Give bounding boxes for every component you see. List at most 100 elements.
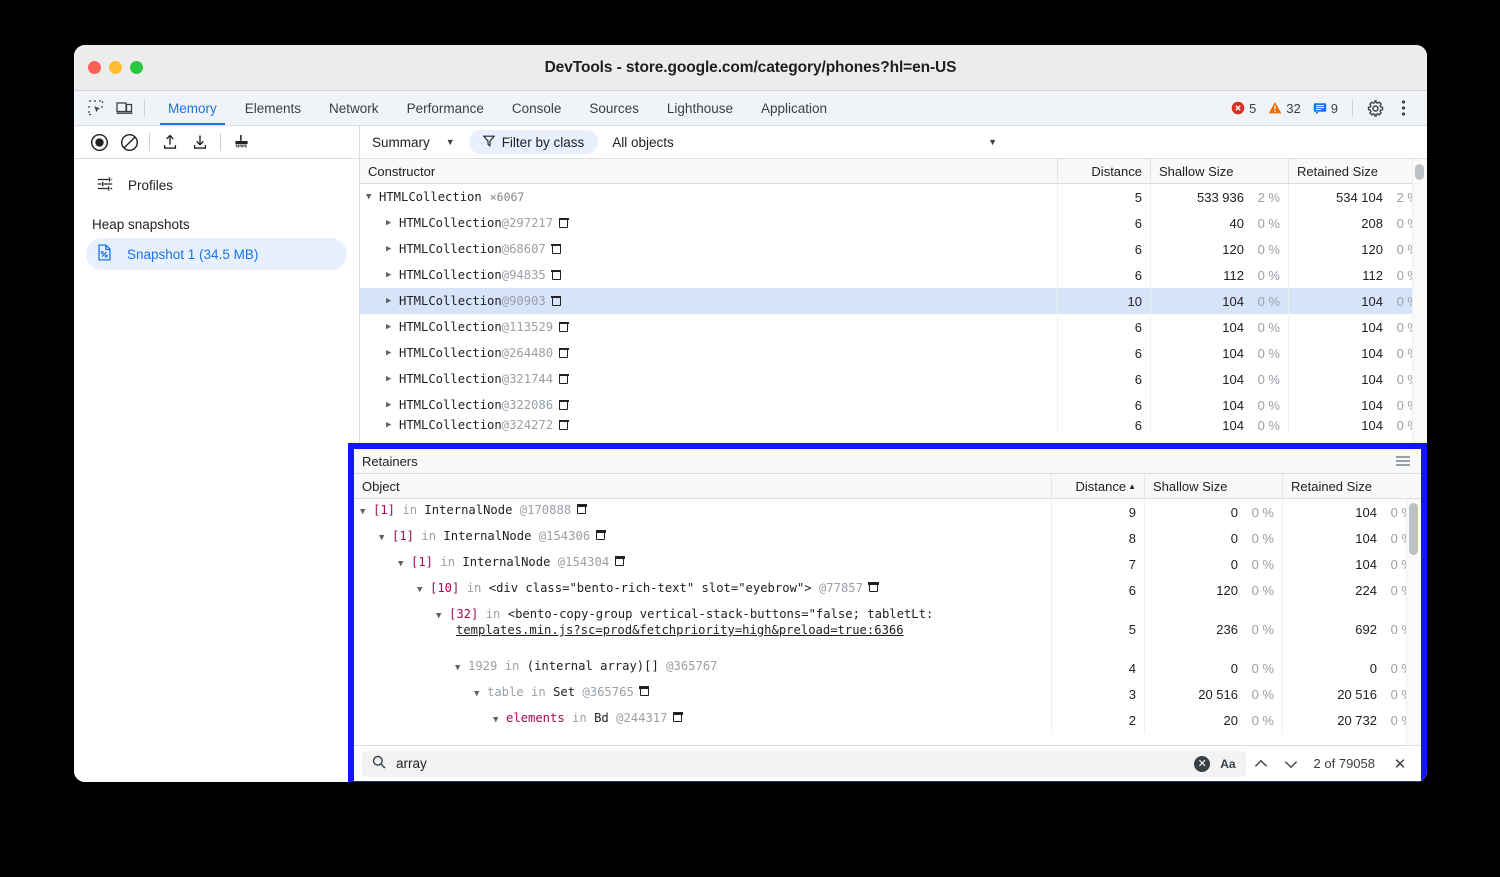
constructor-name: HTMLCollection — [399, 216, 502, 230]
edge-name: table — [487, 685, 524, 699]
triangle-down-icon[interactable]: ▼ — [474, 689, 487, 699]
table-row[interactable]: ▶HTMLCollection @11352961040 %1040 % — [360, 314, 1427, 340]
clear-icon[interactable] — [114, 129, 144, 155]
table-row[interactable]: ▶HTMLCollection @6860761200 %1200 % — [360, 236, 1427, 262]
triangle-right-icon[interactable]: ▶ — [386, 218, 399, 228]
search-field-wrapper[interactable]: ✕ Aa — [362, 751, 1246, 777]
triangle-down-icon[interactable]: ▼ — [417, 585, 430, 595]
triangle-right-icon[interactable]: ▶ — [386, 244, 399, 254]
triangle-right-icon[interactable]: ▶ — [386, 270, 399, 280]
collect-garbage-icon[interactable] — [226, 129, 256, 155]
cell-distance: 8 — [1052, 525, 1145, 551]
search-next-button[interactable] — [1276, 756, 1306, 772]
clear-search-icon[interactable]: ✕ — [1194, 756, 1210, 772]
match-case-button[interactable]: Aa — [1220, 757, 1235, 771]
warning-badge[interactable]: 32 — [1262, 101, 1306, 116]
triangle-right-icon[interactable]: ▶ — [386, 420, 399, 430]
grid-rows: ▼HTMLCollection×60675533 9362 %534 1042 … — [360, 184, 1427, 432]
column-header-ret-retained[interactable]: Retained Size — [1283, 474, 1421, 498]
table-row[interactable]: ▼[1] in InternalNode @154306800 %1040 % — [354, 525, 1421, 551]
triangle-right-icon[interactable]: ▶ — [386, 348, 399, 358]
gear-icon[interactable] — [1361, 95, 1389, 121]
table-row[interactable]: ▼HTMLCollection×60675533 9362 %534 1042 … — [360, 184, 1427, 210]
record-icon[interactable] — [84, 129, 114, 155]
maximize-window-button[interactable] — [130, 61, 143, 74]
object-id: @113529 — [502, 320, 553, 334]
column-header-shallow-size[interactable]: Shallow Size — [1151, 159, 1289, 183]
chevron-down-icon[interactable]: ▼ — [446, 137, 455, 147]
triangle-down-icon[interactable]: ▼ — [360, 507, 373, 517]
column-header-distance[interactable]: Distance — [1058, 159, 1151, 183]
triangle-down-icon[interactable]: ▼ — [455, 663, 468, 673]
sidebar-item-profiles[interactable]: Profiles — [86, 169, 347, 201]
filter-by-class-button[interactable]: Filter by class — [469, 130, 599, 154]
tab-sources[interactable]: Sources — [575, 91, 653, 125]
table-row[interactable]: ▶HTMLCollection @90903101040 %1040 % — [360, 288, 1427, 314]
triangle-down-icon[interactable]: ▼ — [379, 533, 392, 543]
triangle-down-icon[interactable]: ▼ — [436, 611, 449, 621]
column-header-object[interactable]: Object — [354, 474, 1052, 498]
table-row[interactable]: ▶HTMLCollection @32427261040 %1040 % — [360, 418, 1427, 432]
info-badge[interactable]: 9 — [1307, 101, 1344, 116]
hamburger-menu-icon[interactable] — [1393, 453, 1413, 469]
triangle-down-icon[interactable]: ▼ — [398, 559, 411, 569]
column-header-ret-distance[interactable]: Distance ▲ — [1052, 474, 1145, 498]
tab-elements[interactable]: Elements — [231, 91, 315, 125]
grid-scrollbar-thumb[interactable] — [1415, 164, 1424, 180]
table-row[interactable]: ▼[1] in InternalNode @154304700 %1040 % — [354, 551, 1421, 577]
tab-performance[interactable]: Performance — [393, 91, 498, 125]
triangle-right-icon[interactable]: ▶ — [386, 374, 399, 384]
constructor-name: HTMLCollection — [399, 418, 502, 432]
search-input[interactable] — [396, 756, 1184, 771]
table-row[interactable]: ▶HTMLCollection @26448061040 %1040 % — [360, 340, 1427, 366]
view-mode-select[interactable]: Summary — [370, 135, 430, 150]
chevron-down-icon-2[interactable]: ▼ — [988, 137, 1417, 147]
download-icon[interactable] — [185, 129, 215, 155]
table-row[interactable]: ▶HTMLCollection @2972176400 %2080 % — [360, 210, 1427, 236]
table-row[interactable]: ▼table in Set @365765320 5160 %20 5160 % — [354, 681, 1421, 707]
triangle-down-icon[interactable]: ▼ — [493, 715, 506, 725]
cell-constructor: ▶HTMLCollection @94835 — [360, 262, 1058, 288]
cell-shallow-size: 00 % — [1145, 499, 1283, 525]
table-row[interactable]: ▼elements in Bd @2443172200 %20 7320 % — [354, 707, 1421, 733]
column-header-ret-shallow[interactable]: Shallow Size — [1145, 474, 1283, 498]
triangle-right-icon[interactable]: ▶ — [386, 400, 399, 410]
minimize-window-button[interactable] — [109, 61, 122, 74]
table-row[interactable]: ▶HTMLCollection @32174461040 %1040 % — [360, 366, 1427, 392]
table-row[interactable]: ▼[10] in <div class="bento-rich-text" sl… — [354, 577, 1421, 603]
device-toggle-icon[interactable] — [110, 95, 138, 121]
retainers-scrollbar-thumb[interactable] — [1409, 503, 1418, 555]
error-badge[interactable]: 5 — [1225, 101, 1262, 116]
retainers-scrollbar[interactable] — [1406, 499, 1421, 745]
search-prev-button[interactable] — [1246, 756, 1276, 772]
tab-application[interactable]: Application — [747, 91, 841, 125]
table-row[interactable]: ▼1929 in (internal array)[] @365767400 %… — [354, 655, 1421, 681]
tab-console[interactable]: Console — [498, 91, 576, 125]
cell-object: ▼[10] in <div class="bento-rich-text" sl… — [354, 577, 1052, 603]
cell-constructor: ▶HTMLCollection @90903 — [360, 288, 1058, 314]
sort-asc-icon: ▲ — [1128, 482, 1136, 491]
cell-retained-size: 00 % — [1283, 655, 1421, 681]
table-row[interactable]: ▶HTMLCollection @9483561120 %1120 % — [360, 262, 1427, 288]
triangle-right-icon[interactable]: ▶ — [386, 322, 399, 332]
more-options-icon[interactable] — [1389, 95, 1417, 121]
triangle-right-icon[interactable]: ▶ — [386, 296, 399, 306]
objects-filter-select[interactable]: All objects — [612, 135, 674, 150]
close-search-icon[interactable]: ✕ — [1387, 755, 1413, 773]
tab-lighthouse[interactable]: Lighthouse — [653, 91, 747, 125]
source-link[interactable]: templates.min.js?sc=prod&fetchpriority=h… — [456, 623, 933, 637]
table-row[interactable]: ▶HTMLCollection @32208661040 %1040 % — [360, 392, 1427, 418]
column-header-retained-size[interactable]: Retained Size ▼ — [1289, 159, 1427, 183]
table-row[interactable]: ▼[32] in <bento-copy-group vertical-stac… — [354, 603, 1421, 655]
tab-memory[interactable]: Memory — [154, 91, 231, 125]
cell-retained-size: 6920 % — [1283, 603, 1421, 655]
table-row[interactable]: ▼[1] in InternalNode @170888900 %1040 % — [354, 499, 1421, 525]
upload-icon[interactable] — [155, 129, 185, 155]
column-header-constructor[interactable]: Constructor — [360, 159, 1058, 183]
close-window-button[interactable] — [88, 61, 101, 74]
triangle-down-icon[interactable]: ▼ — [366, 192, 379, 202]
memory-toolbar-divider-1 — [149, 133, 150, 151]
inspect-icon[interactable] — [82, 95, 110, 121]
sidebar-item-snapshot-1[interactable]: Snapshot 1 (34.5 MB) — [86, 238, 347, 270]
tab-network[interactable]: Network — [315, 91, 393, 125]
